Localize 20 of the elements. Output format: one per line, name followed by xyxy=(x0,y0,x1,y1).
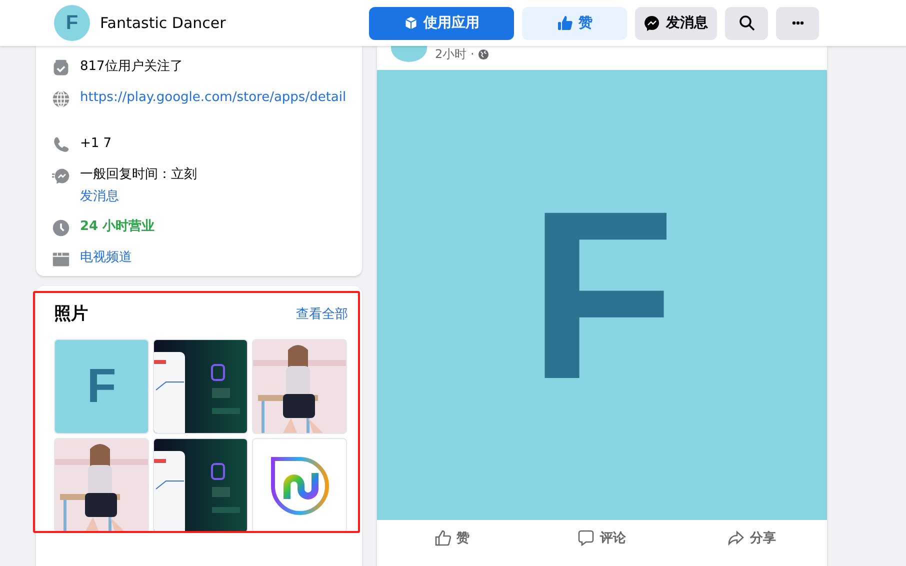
page-avatar[interactable]: F xyxy=(54,5,90,41)
see-all-link[interactable]: 查看全部 xyxy=(296,304,348,322)
like-button[interactable]: 赞 xyxy=(522,6,627,40)
photos-title: 照片 xyxy=(54,303,88,325)
photo-thumbnail[interactable]: F xyxy=(54,339,149,434)
message-link[interactable]: 发消息 xyxy=(80,188,197,206)
page-name: Fantastic Dancer xyxy=(100,14,227,32)
message-button[interactable]: 发消息 xyxy=(635,6,717,40)
comment-action[interactable]: 评论 xyxy=(527,528,677,548)
like-action[interactable]: 赞 xyxy=(377,528,527,548)
post-time[interactable]: 2小时 · xyxy=(435,46,474,63)
followers-text: 817位用户关注了 xyxy=(80,58,183,76)
website-link[interactable]: https://play.google.com/store/apps/detail xyxy=(80,89,346,123)
use-app-button[interactable]: 使用应用 xyxy=(369,6,514,40)
category-link[interactable]: 电视频道 xyxy=(80,249,132,267)
response-text: 一般回复时间：立刻 xyxy=(80,166,197,184)
post-image[interactable]: F xyxy=(377,70,827,520)
phone-text: +1 7 xyxy=(80,135,112,153)
hours-text: 24 小时营业 xyxy=(80,218,155,236)
share-action[interactable]: 分享 xyxy=(677,528,827,548)
